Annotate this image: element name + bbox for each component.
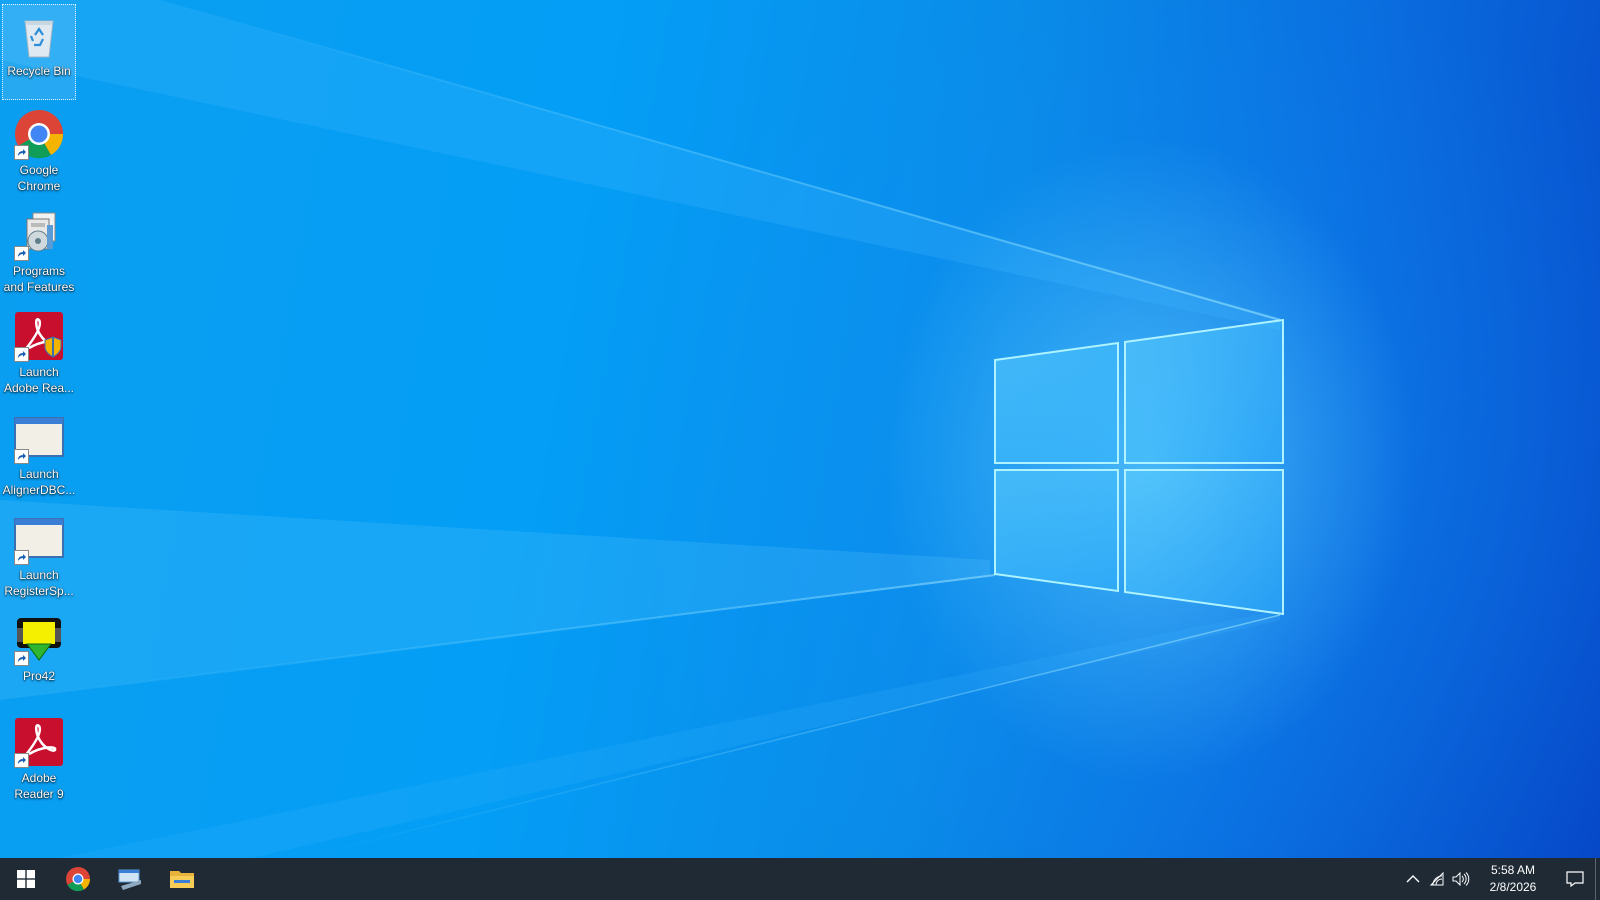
shortcut-arrow-icon: [14, 449, 29, 464]
desktop-icon-launch-adobe-reader[interactable]: Launch Adobe Rea...: [2, 306, 76, 402]
shortcut-arrow-icon: [14, 246, 29, 261]
system-tray: 5:58 AM 2/8/2026: [1401, 858, 1600, 900]
volume-button[interactable]: [1449, 858, 1473, 900]
explorer-icon: [118, 869, 141, 890]
desktop[interactable]: Recycle Bin Google Chrome Programs and F…: [0, 0, 1600, 858]
action-center-button[interactable]: [1555, 858, 1595, 900]
icon-label: Recycle Bin: [7, 64, 71, 78]
taskbar: 5:58 AM 2/8/2026: [0, 858, 1600, 900]
tray-overflow-button[interactable]: [1401, 858, 1425, 900]
start-button[interactable]: [0, 858, 52, 900]
shortcut-arrow-icon: [14, 651, 29, 666]
chrome-icon: [66, 867, 91, 892]
icon-label: Launch AlignerDBC...: [2, 467, 76, 497]
programs-and-features-icon: [13, 209, 65, 261]
clock-time: 5:58 AM: [1490, 863, 1536, 877]
icon-label: Launch RegisterSp...: [4, 568, 74, 598]
start-icon: [17, 870, 35, 888]
icon-label: Google Chrome: [17, 163, 61, 193]
folder-icon: [170, 871, 194, 888]
icon-label: Programs and Features: [3, 264, 75, 294]
chrome-icon: [13, 108, 65, 160]
network-icon: [1429, 872, 1444, 886]
volume-icon: [1452, 872, 1470, 886]
taskbar-clock[interactable]: 5:58 AM 2/8/2026: [1479, 862, 1547, 896]
shortcut-arrow-icon: [14, 347, 29, 362]
window-app-icon: [13, 513, 65, 565]
recycle-bin-icon: [13, 9, 65, 61]
taskbar-file-explorer-button[interactable]: [156, 858, 208, 900]
shortcut-arrow-icon: [14, 145, 29, 160]
icon-label: Launch Adobe Rea...: [3, 365, 75, 395]
show-desktop-button[interactable]: [1595, 858, 1600, 900]
adobe-reader-icon: [13, 716, 65, 768]
desktop-icon-recycle-bin[interactable]: Recycle Bin: [2, 4, 76, 100]
taskbar-chrome-button[interactable]: [52, 858, 104, 900]
desktop-icon-google-chrome[interactable]: Google Chrome: [2, 104, 76, 200]
icon-label: Adobe Reader 9: [14, 771, 64, 801]
desktop-icon-pro42[interactable]: Pro42: [2, 610, 76, 706]
network-button[interactable]: [1425, 858, 1449, 900]
windows-logo-wallpaper: [994, 318, 1284, 616]
pro42-icon: [13, 614, 65, 666]
shortcut-arrow-icon: [14, 550, 29, 565]
clock-date: 2/8/2026: [1489, 880, 1537, 894]
window-app-icon: [13, 412, 65, 464]
chevron-up-icon: [1406, 875, 1420, 883]
taskbar-explorer-button[interactable]: [104, 858, 156, 900]
desktop-icon-adobe-reader-9[interactable]: Adobe Reader 9: [2, 712, 76, 808]
icon-label: Pro42: [22, 669, 56, 683]
shortcut-arrow-icon: [14, 753, 29, 768]
desktop-icon-launch-registersp[interactable]: Launch RegisterSp...: [2, 509, 76, 605]
action-center-icon: [1566, 871, 1584, 887]
desktop-icon-launch-alignerdbc[interactable]: Launch AlignerDBC...: [2, 408, 76, 504]
adobe-reader-shield-icon: [13, 310, 65, 362]
desktop-icon-programs-and-features[interactable]: Programs and Features: [2, 205, 76, 301]
